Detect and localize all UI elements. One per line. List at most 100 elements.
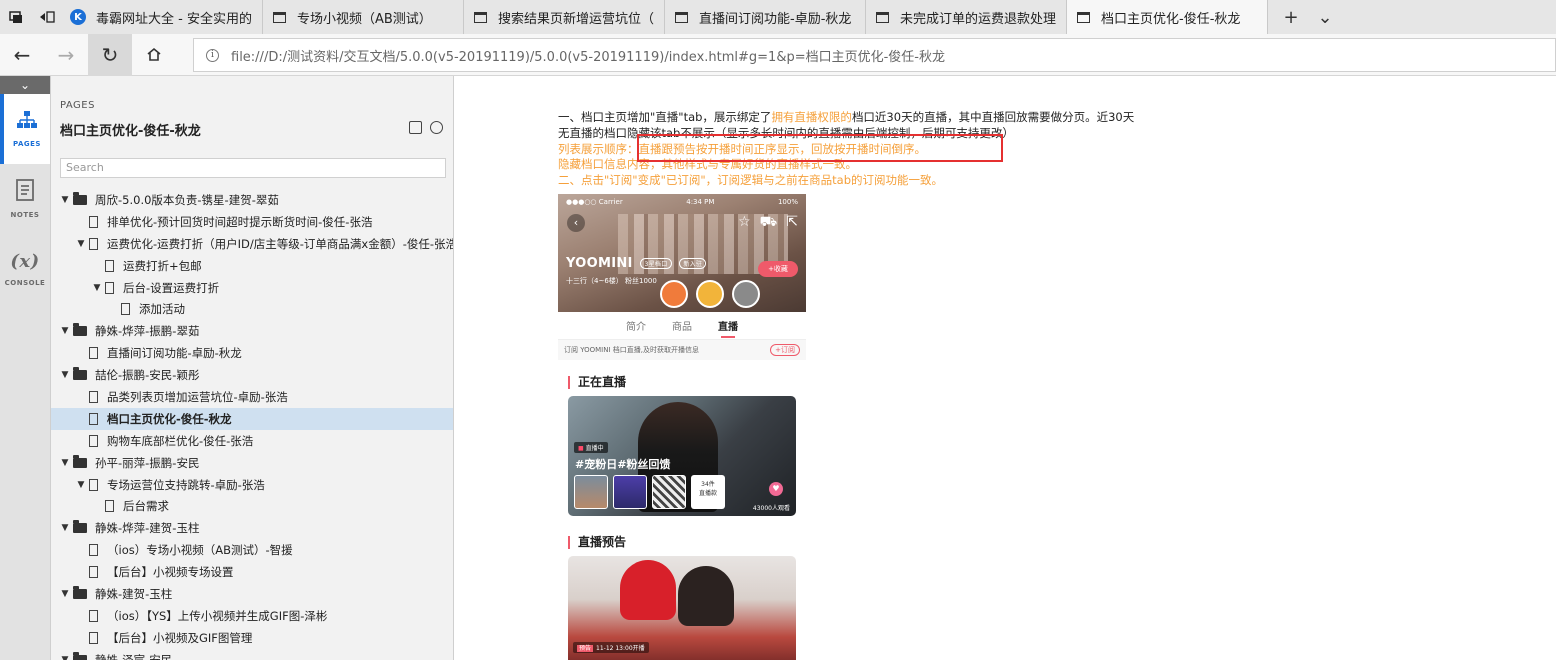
sitemap-page[interactable]: ▼添加活动 [51, 298, 453, 320]
sitemap-page[interactable]: ▼后台需求 [51, 495, 453, 517]
sitemap-page[interactable]: ▼ 运费优化-运费打折（用户ID/店主等级-订单商品满x金额）-俊任-张浩 [51, 233, 454, 255]
rail-pages-tab[interactable]: PAGES [0, 94, 50, 164]
sitemap-node-label: 运费优化-运费打折（用户ID/店主等级-订单商品满x金额）-俊任-张浩 [107, 236, 454, 251]
collapse-rail-chevron-icon[interactable]: ⌄ [0, 76, 50, 94]
expand-caret-icon[interactable]: ▼ [57, 523, 73, 533]
sitemap-folder[interactable]: ▼ 静姝-泽宸-安民 [51, 649, 453, 660]
sitemap-node-label: 后台-设置运费打折 [123, 280, 220, 295]
sitemap-node-label: 专场运营位支持跳转-卓励-张浩 [107, 477, 265, 492]
tab-intro[interactable]: 简介 [626, 318, 646, 333]
page-icon [472, 9, 488, 25]
back-button[interactable]: ← [0, 34, 44, 76]
page-icon [1075, 9, 1091, 25]
star-icon[interactable]: ☆ [738, 214, 751, 232]
sitemap-folder[interactable]: ▼ 喆伦-振鹏-安民-颖彤 [51, 364, 453, 386]
sitemap-page[interactable]: ▼【后台】小视频及GIF图管理 [51, 627, 453, 649]
note-line-5: 二、点击"订阅"变成"已订阅"，订阅逻辑与之前在商品tab的订阅功能一致。 [558, 173, 944, 188]
share-icon[interactable]: ⇱ [786, 214, 798, 232]
product-thumb[interactable] [652, 475, 686, 509]
sitemap-page[interactable]: ▼【后台】小视频专场设置 [51, 561, 453, 583]
sitemap-page[interactable]: ▼（ios）专场小视频（AB测试）-智援 [51, 539, 453, 561]
address-bar[interactable]: i file:///D:/测试资料/交互文档/5.0.0(v5-20191119… [193, 38, 1556, 72]
browser-tab[interactable]: 直播间订阅功能-卓励-秋龙 [665, 0, 866, 34]
page-icon [271, 9, 287, 25]
sitemap-page[interactable]: ▼ 专场运营位支持跳转-卓励-张浩 [51, 474, 453, 496]
sitemap-page[interactable]: ▼购物车底部栏优化-俊任-张浩 [51, 430, 453, 452]
sitemap-page[interactable]: ▼排单优化-预计回货时间超时提示断货时间-俊任-张浩 [51, 211, 453, 233]
sitemap-node-label: 【后台】小视频及GIF图管理 [107, 630, 253, 645]
rail-console-tab[interactable]: (x) CONSOLE [0, 234, 50, 304]
tab-live[interactable]: 直播 [718, 318, 738, 338]
sitemap-page[interactable]: ▼（ios）【YS】上传小视频并生成GIF图-泽彬 [51, 605, 453, 627]
live-section-title: 正在直播 [568, 376, 626, 389]
expand-caret-icon[interactable]: ▼ [73, 480, 89, 490]
sitemap-page[interactable]: ▼品类列表页增加运营坑位-卓励-张浩 [51, 386, 453, 408]
home-button[interactable] [132, 34, 176, 76]
set-aside-tabs-icon[interactable] [31, 0, 62, 34]
preview-tag: 预告 [577, 645, 594, 652]
tab-list-chevron-icon[interactable]: ⌄ [1308, 7, 1342, 28]
k-logo-icon: K [70, 9, 86, 25]
browser-tab[interactable]: 未完成订单的运费退款处理 [866, 0, 1067, 34]
sitemap-folder[interactable]: ▼ 静姝-建贺-玉柱 [51, 583, 453, 605]
product-count[interactable]: 34件 直播款 [691, 475, 725, 509]
sitemap-node-label: 后台需求 [123, 499, 169, 514]
sitemap-folder[interactable]: ▼ 周欣-5.0.0版本负责-镌星-建贺-翠茹 [51, 189, 453, 211]
refresh-button[interactable]: ↻ [88, 33, 132, 76]
tab-actions-icon[interactable] [0, 0, 31, 34]
expand-caret-icon[interactable]: ▼ [57, 370, 73, 380]
product-thumb[interactable] [574, 475, 608, 509]
sitemap-node-label: 孙平-丽萍-振鹏-安民 [95, 455, 200, 470]
live-card[interactable]: ■ 直播中 #宠粉日#粉丝回馈 34件 直播款 ♥ 43000人观看 [568, 396, 796, 516]
sitemap-node-label: 静姝-烨萍-振鹏-翠茹 [95, 324, 200, 339]
forward-button[interactable]: → [44, 34, 88, 76]
expand-caret-icon[interactable]: ▼ [57, 655, 73, 660]
sitemap-node-label: 排单优化-预计回货时间超时提示断货时间-俊任-张浩 [107, 214, 373, 229]
open-in-new-icon[interactable] [409, 121, 422, 134]
expand-caret-icon[interactable]: ▼ [57, 458, 73, 468]
subscribe-row: 订阅 YOOMINI 档口直播,及时获取开播信息 +订阅 [558, 340, 806, 360]
search-placeholder: Search [66, 161, 104, 174]
browser-tab[interactable]: 档口主页优化-俊任-秋龙 [1067, 0, 1268, 34]
browser-tab[interactable]: K 毒霸网址大全 - 安全实用的 [62, 0, 263, 34]
phone-status-bar: ●●●○○ Carrier 4:34 PM 100% [558, 198, 806, 208]
site-info-icon[interactable]: i [206, 48, 219, 62]
sitemap-page[interactable]: ▼运费打折+包邮 [51, 255, 453, 277]
browser-tab[interactable]: 搜索结果页新增运营坑位（ [464, 0, 665, 34]
subscribe-button[interactable]: +订阅 [770, 344, 800, 356]
browser-tab[interactable]: 专场小视频（AB测试） [263, 0, 464, 34]
new-tab-icon[interactable]: + [1274, 7, 1308, 28]
page-icon [874, 9, 890, 25]
tab-products[interactable]: 商品 [672, 318, 692, 333]
sitemap-page[interactable]: ▼档口主页优化-俊任-秋龙 [51, 407, 453, 430]
expand-caret-icon[interactable]: ▼ [57, 195, 73, 205]
page-icon [105, 500, 114, 513]
adaptive-view-icon[interactable] [430, 121, 443, 134]
sitemap-folder[interactable]: ▼ 静姝-烨萍-振鹏-翠茹 [51, 320, 453, 342]
thumb-badge-icon [696, 280, 724, 308]
rail-pages-label: PAGES [13, 140, 41, 148]
expand-caret-icon[interactable]: ▼ [73, 239, 89, 249]
live-badge: ■ 直播中 [574, 442, 608, 453]
favorite-button[interactable]: +收藏 [758, 261, 798, 277]
expand-caret-icon[interactable]: ▼ [57, 326, 73, 336]
page-icon [89, 215, 98, 228]
sitemap-page[interactable]: ▼直播间订阅功能-卓励-秋龙 [51, 342, 453, 364]
sitemap-folder[interactable]: ▼ 孙平-丽萍-振鹏-安民 [51, 452, 453, 474]
cart-icon[interactable]: ⛟ [760, 214, 778, 232]
product-thumb[interactable] [613, 475, 647, 509]
expand-caret-icon[interactable]: ▼ [57, 589, 73, 599]
rail-notes-tab[interactable]: NOTES [0, 164, 50, 234]
folder-icon [73, 191, 87, 205]
browser-tab-title: 毒霸网址大全 - 安全实用的 [96, 11, 252, 27]
sitemap-folder[interactable]: ▼ 静姝-烨萍-建贺-玉柱 [51, 517, 453, 539]
back-chevron-icon[interactable]: ‹ [567, 214, 585, 232]
sitemap-page[interactable]: ▼ 后台-设置运费打折 [51, 277, 453, 299]
sitemap-search-input[interactable]: Search [60, 158, 446, 178]
sitemap-node-label: 静姝-泽宸-安民 [95, 652, 173, 660]
page-icon [89, 347, 98, 360]
expand-caret-icon[interactable]: ▼ [89, 283, 105, 293]
heart-icon[interactable]: ♥ [769, 482, 783, 496]
folder-icon [73, 323, 87, 337]
preview-card[interactable]: 预告 11-12 13:00开播 [568, 556, 796, 660]
